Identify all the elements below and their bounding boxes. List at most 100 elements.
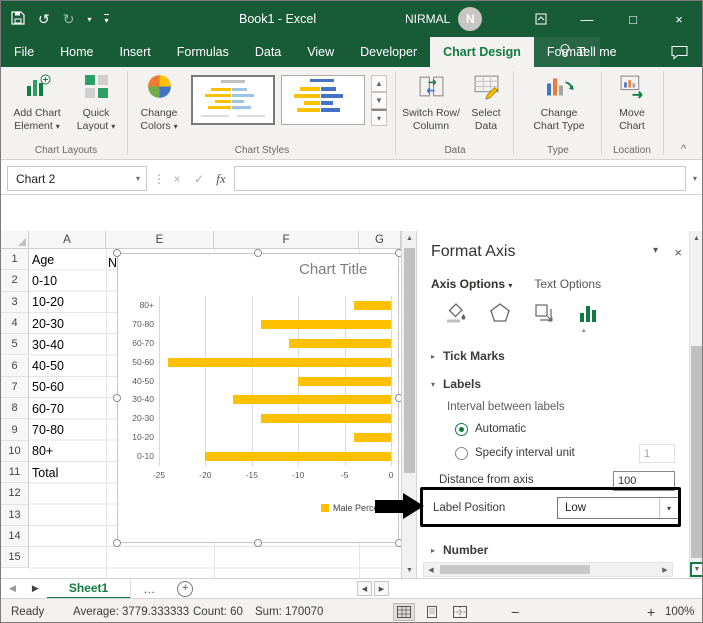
cell-a1[interactable]: Age	[32, 249, 54, 270]
chart-area[interactable]: Chart Title Male PercentageFem -25-20-15…	[117, 253, 399, 543]
chart-style-1-thumbnail[interactable]	[191, 75, 275, 125]
selection-handle[interactable]	[395, 394, 401, 402]
chart-bar[interactable]	[233, 395, 391, 405]
undo-icon[interactable]: ↺	[38, 11, 50, 28]
specify-interval-radio[interactable]	[455, 447, 468, 460]
zoom-level[interactable]: 100%	[665, 599, 694, 622]
ribbon-tab-insert[interactable]: Insert	[107, 37, 164, 67]
section-labels[interactable]: ▾ Labels	[431, 377, 481, 391]
new-sheet-icon[interactable]: +	[177, 580, 194, 597]
gallery-up-icon[interactable]: ▲	[371, 75, 387, 92]
sheet-nav-right-icon[interactable]: ▶	[24, 583, 47, 594]
ribbon-display-options-icon[interactable]	[518, 1, 564, 37]
selection-handle[interactable]	[113, 249, 121, 257]
column-header-A[interactable]: A	[29, 231, 106, 249]
scroll-thumb[interactable]	[691, 346, 702, 558]
chart-category-label[interactable]: 60-70	[118, 338, 154, 348]
cell-a8[interactable]: 60-70	[32, 398, 64, 419]
chart-category-label[interactable]: 10-20	[118, 432, 154, 442]
selection-handle[interactable]	[254, 539, 262, 547]
sheet-tab-more[interactable]: …	[131, 582, 167, 596]
comments-icon[interactable]	[671, 37, 688, 67]
scroll-thumb[interactable]	[404, 248, 415, 473]
collapse-ribbon-icon[interactable]: ^	[681, 143, 686, 155]
chart-bar[interactable]	[353, 300, 391, 310]
cell-a6[interactable]: 40-50	[32, 356, 64, 377]
cell-a10[interactable]: 80+	[32, 441, 53, 462]
column-header-G[interactable]: G	[359, 231, 401, 249]
avatar[interactable]: N	[458, 7, 483, 31]
cell-a4[interactable]: 20-30	[32, 313, 64, 334]
redo-icon[interactable]: ↻	[63, 11, 75, 28]
chart-bar[interactable]	[168, 357, 391, 367]
ribbon-tab-data[interactable]: Data	[242, 37, 294, 67]
tab-text-options[interactable]: Text Options	[534, 277, 601, 291]
enter-icon[interactable]: ✓	[189, 166, 209, 191]
chart-title[interactable]: Chart Title	[299, 261, 367, 278]
name-box-dropdown-icon[interactable]: ▾	[136, 174, 146, 183]
row-header-1[interactable]: 1	[1, 249, 29, 271]
distance-from-axis-input[interactable]	[613, 471, 675, 491]
chart-bar[interactable]	[353, 433, 391, 443]
pane-close-icon[interactable]: ×	[674, 245, 682, 260]
selection-handle[interactable]	[395, 249, 401, 257]
scroll-up-icon[interactable]: ▲	[689, 231, 702, 246]
row-header-15[interactable]: 15	[1, 547, 29, 569]
ribbon-tab-file[interactable]: File	[1, 37, 47, 67]
cell-a9[interactable]: 70-80	[32, 419, 64, 440]
fill-line-icon[interactable]	[441, 299, 471, 327]
ribbon-tab-chart-design[interactable]: Chart Design	[430, 37, 534, 67]
sheet-tab-sheet1[interactable]: Sheet1	[46, 578, 132, 599]
gallery-more-icon[interactable]: ▾	[371, 109, 387, 126]
scroll-left-icon[interactable]: ◀	[424, 563, 438, 576]
chart-category-label[interactable]: 20-30	[118, 413, 154, 423]
row-header-11[interactable]: 11	[1, 462, 29, 484]
column-header-E[interactable]: E	[106, 231, 214, 249]
axis-options-chart-icon[interactable]	[573, 299, 603, 327]
size-properties-icon[interactable]	[529, 299, 559, 327]
section-number[interactable]: ▸ Number	[431, 543, 488, 557]
switch-row-column-button[interactable]: Switch Row/ Column	[400, 73, 462, 133]
pane-vertical-scrollbar[interactable]: ▲ ▼	[689, 231, 702, 578]
row-header-5[interactable]: 5	[1, 334, 29, 356]
page-layout-view-icon[interactable]	[421, 603, 443, 621]
move-chart-button[interactable]: Move Chart	[609, 73, 655, 133]
ribbon-tab-view[interactable]: View	[294, 37, 347, 67]
expand-formula-bar-icon[interactable]: ▾	[689, 166, 701, 191]
scroll-up-icon[interactable]: ▲	[402, 231, 417, 246]
cell-a5[interactable]: 30-40	[32, 334, 64, 355]
selection-handle[interactable]	[395, 539, 401, 547]
hscroll-left-icon[interactable]: ◀	[357, 581, 372, 596]
account-area[interactable]: NIRMAL N	[405, 1, 483, 37]
column-header-F[interactable]: F	[214, 231, 359, 249]
qat-dropdown-icon[interactable]: ▾	[87, 15, 91, 24]
row-header-4[interactable]: 4	[1, 312, 29, 335]
selection-handle[interactable]	[113, 394, 121, 402]
row-header-12[interactable]: 12	[1, 483, 29, 505]
row-header-14[interactable]: 14	[1, 525, 29, 548]
cell-a11[interactable]: Total	[32, 462, 58, 483]
scroll-thumb[interactable]	[440, 565, 590, 574]
chart-style-2-thumbnail[interactable]	[281, 75, 365, 125]
cell-a3[interactable]: 10-20	[32, 292, 64, 313]
chart-object[interactable]: Chart Title Male PercentageFem -25-20-15…	[113, 249, 401, 547]
row-header-13[interactable]: 13	[1, 504, 29, 526]
tab-axis-options[interactable]: Axis Options ▾	[431, 277, 512, 291]
tell-me[interactable]: Tell me	[559, 37, 617, 67]
page-break-view-icon[interactable]	[449, 603, 471, 621]
save-icon[interactable]	[11, 10, 25, 28]
scroll-down-icon[interactable]: ▼	[690, 562, 702, 577]
chart-bar[interactable]	[288, 338, 391, 348]
row-header-8[interactable]: 8	[1, 398, 29, 420]
row-header-9[interactable]: 9	[1, 419, 29, 441]
row-header-7[interactable]: 7	[1, 376, 29, 399]
row-header-2[interactable]: 2	[1, 270, 29, 292]
pane-horizontal-scrollbar[interactable]: ◀ ▶	[423, 562, 673, 577]
ribbon-tab-developer[interactable]: Developer	[347, 37, 430, 67]
name-box[interactable]: Chart 2 ▾	[7, 166, 147, 191]
maximize-button[interactable]: □	[610, 1, 656, 37]
cancel-icon[interactable]: ×	[167, 166, 187, 191]
scroll-down-icon[interactable]: ▼	[402, 563, 417, 578]
chart-bar[interactable]	[205, 452, 391, 462]
chart-category-label[interactable]: 70-80	[118, 319, 154, 329]
